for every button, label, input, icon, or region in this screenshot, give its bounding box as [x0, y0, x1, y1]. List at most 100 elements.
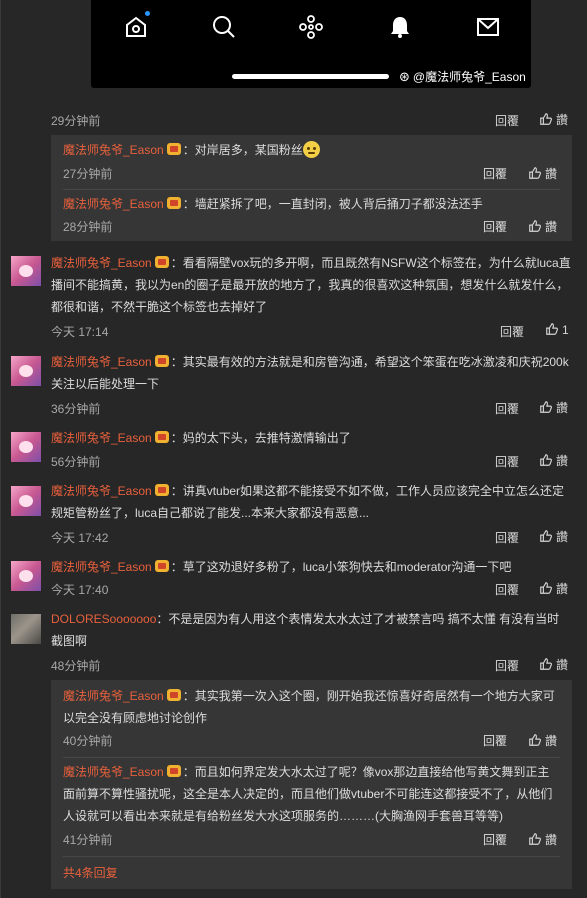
- timestamp: 27分钟前: [63, 167, 113, 181]
- like-button[interactable]: 讚: [539, 399, 568, 416]
- comment-text: 魔法师兔爷_Eason ：草了这劝退好多粉了，luca小笨狗快去和moderato…: [51, 560, 512, 574]
- like-button[interactable]: 讚: [539, 656, 568, 673]
- username-link[interactable]: 魔法师兔爷_Eason: [51, 431, 152, 445]
- comment-actions: 今天 17:14 回覆 1: [51, 319, 576, 341]
- like-button[interactable]: 讚: [539, 111, 568, 128]
- username-link[interactable]: 魔法师兔爷_Eason: [51, 256, 152, 270]
- thumbs-up-icon: [529, 734, 541, 746]
- like-button[interactable]: 讚: [528, 163, 557, 185]
- smiley-emoji-icon: [302, 141, 320, 158]
- username-link[interactable]: DOLORESooooooo: [51, 612, 156, 626]
- reply-button[interactable]: 回覆: [495, 400, 519, 417]
- username-link[interactable]: 魔法师兔爷_Eason: [63, 689, 164, 703]
- avatar[interactable]: [11, 356, 41, 386]
- timestamp: 36分钟前: [51, 402, 101, 416]
- reply-item: 魔法师兔爷_Eason ：墙赶紧拆了吧，一直封闭，被人背后捅刀子都没法还手: [63, 193, 560, 215]
- reply-actions: 40分钟前 回覆 讚: [63, 730, 560, 752]
- left-border: [0, 0, 1, 898]
- username-link[interactable]: 魔法师兔爷_Eason: [51, 484, 152, 498]
- timestamp: 28分钟前: [63, 220, 113, 234]
- comment-text: 魔法师兔爷_Eason ：妈的太下头，去推特激情输出了: [51, 431, 351, 445]
- thumbs-up-icon: [540, 454, 552, 466]
- comment-actions: 56分钟前 回覆 讚: [51, 449, 576, 471]
- username-link[interactable]: 魔法师兔爷_Eason: [51, 560, 152, 574]
- username-link[interactable]: 魔法师兔爷_Eason: [63, 765, 164, 779]
- search-icon: [211, 14, 237, 40]
- embedded-screenshot[interactable]: ⊛ @魔法师兔爷_Eason: [91, 0, 531, 88]
- comment-actions: 今天 17:40 回覆 讚: [51, 577, 576, 599]
- reply-button[interactable]: 回覆: [495, 453, 519, 470]
- reply-button[interactable]: 回覆: [483, 216, 507, 238]
- like-button[interactable]: 讚: [528, 216, 557, 238]
- thumbs-up-icon: [540, 582, 552, 594]
- timestamp: 今天 17:42: [51, 531, 109, 545]
- home-icon: [123, 11, 150, 40]
- username-link[interactable]: 魔法师兔爷_Eason: [63, 197, 164, 211]
- vip-badge-icon: [154, 256, 169, 268]
- reply-actions: 27分钟前 回覆 讚: [63, 163, 560, 185]
- like-button[interactable]: 讚: [539, 580, 568, 597]
- reply-button[interactable]: 回覆: [483, 730, 507, 752]
- like-button[interactable]: 讚: [539, 452, 568, 469]
- username-link[interactable]: 魔法师兔爷_Eason: [63, 143, 164, 157]
- reply-button[interactable]: 回覆: [495, 581, 519, 598]
- reply-button[interactable]: 回覆: [483, 163, 507, 185]
- reply-text: ：对岸居多，某国粉丝: [182, 143, 303, 157]
- timestamp: 今天 17:14: [51, 325, 109, 339]
- avatar[interactable]: [11, 614, 41, 644]
- thumbs-up-icon: [529, 833, 541, 845]
- mail-icon: [475, 14, 501, 40]
- replies-box: 魔法师兔爷_Eason ：对岸居多，某国粉丝 27分钟前 回覆 讚 魔法师兔爷_E…: [51, 135, 572, 241]
- reply-button[interactable]: 回覆: [495, 112, 519, 129]
- reply-item: 魔法师兔爷_Eason ：而且如何界定发大水太过了呢？像vox那边直接给他写黄文舞…: [63, 765, 553, 823]
- weibo-icon: ⊛: [399, 69, 410, 84]
- comment-text: 魔法师兔爷_Eason ：讲真vtuber如果这都不能接受不如不做，工作人员应该完…: [51, 484, 565, 520]
- comment-actions: 48分钟前 回覆 讚: [51, 653, 576, 675]
- reply-button[interactable]: 回覆: [483, 829, 507, 851]
- timestamp: 今天 17:40: [51, 583, 109, 597]
- avatar[interactable]: [11, 432, 41, 462]
- timestamp: 29分钟前: [51, 114, 101, 128]
- view-more-replies-link[interactable]: 共4条回复: [63, 862, 560, 884]
- thumbs-up-icon: [529, 167, 541, 179]
- vip-badge-icon: [154, 484, 169, 496]
- username-link[interactable]: 魔法师兔爷_Eason: [51, 355, 152, 369]
- comment-actions: 今天 17:42 回覆 讚: [51, 525, 576, 547]
- divider: [63, 856, 560, 857]
- divider: [63, 757, 560, 758]
- reply-item: 魔法师兔爷_Eason ：其实我第一次入这个圈，刚开始我还惊喜好奇居然有一个地方大…: [63, 689, 555, 725]
- comment-actions: 29分钟前 回覆 讚: [51, 108, 576, 130]
- comment-text: DOLORESooooooo：不是是因为有人用这个表情发太水太过了才被禁言吗 搞…: [51, 612, 560, 648]
- notification-icon: [387, 14, 413, 40]
- reply-text: ：墙赶紧拆了吧，一直封闭，被人背后捅刀子都没法还手: [182, 197, 483, 211]
- avatar[interactable]: [11, 561, 41, 591]
- like-button[interactable]: 讚: [528, 730, 557, 752]
- reply-item: 魔法师兔爷_Eason ：对岸居多，某国粉丝: [63, 139, 560, 161]
- thumbs-up-icon: [540, 658, 552, 670]
- thumbs-up-icon: [546, 323, 558, 335]
- image-watermark: ⊛ @魔法师兔爷_Eason: [399, 69, 526, 84]
- like-button[interactable]: 讚: [539, 528, 568, 545]
- like-button[interactable]: 讚: [528, 829, 557, 851]
- vip-badge-icon: [154, 560, 169, 572]
- reply-button[interactable]: 回覆: [495, 529, 519, 546]
- comment-text: 魔法师兔爷_Eason ：看看隔壁vox玩的多开啊，而且既然有NSFW这个标签在，…: [51, 256, 571, 314]
- community-icon: [298, 14, 324, 40]
- comment-actions: 36分钟前 回覆 讚: [51, 396, 576, 418]
- home-indicator: [232, 74, 389, 79]
- vip-badge-icon: [166, 143, 181, 155]
- vip-badge-icon: [166, 689, 181, 701]
- comment-text: 魔法师兔爷_Eason ：其实最有效的方法就是和房管沟通，希望这个笨蛋在吃冰激凌和…: [51, 355, 569, 391]
- vip-badge-icon: [166, 765, 181, 777]
- timestamp: 41分钟前: [63, 833, 113, 847]
- avatar[interactable]: [11, 486, 41, 516]
- reply-actions: 28分钟前 回覆 讚: [63, 216, 560, 238]
- reply-button[interactable]: 回覆: [500, 323, 524, 340]
- reply-button[interactable]: 回覆: [495, 657, 519, 674]
- timestamp: 48分钟前: [51, 659, 101, 673]
- avatar[interactable]: [11, 256, 41, 286]
- divider: [63, 189, 560, 190]
- timestamp: 56分钟前: [51, 455, 101, 469]
- like-button[interactable]: 1: [545, 322, 569, 337]
- thumbs-up-icon: [540, 530, 552, 542]
